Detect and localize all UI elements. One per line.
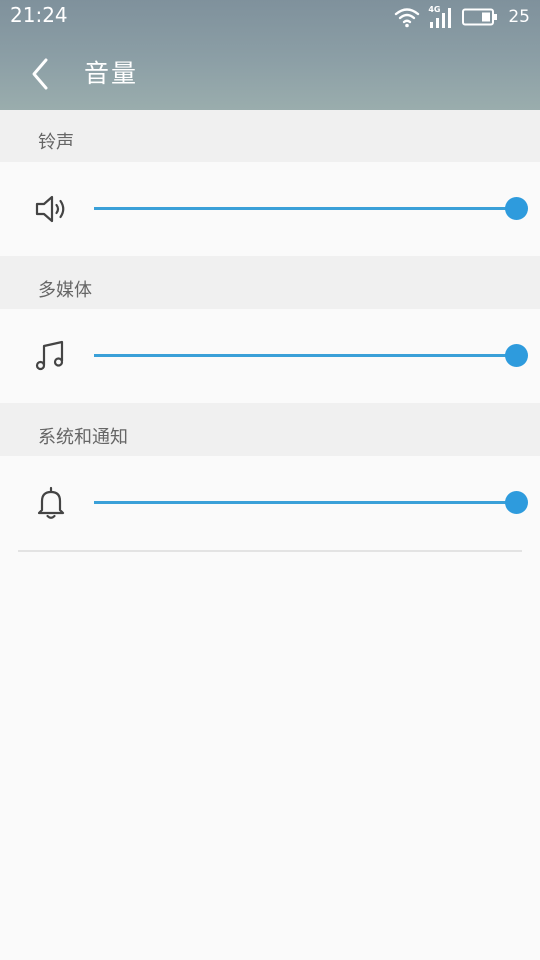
slider-fill [94,207,516,210]
back-button[interactable] [22,54,58,94]
volume-row-multimedia [0,309,540,403]
status-time: 21:24 [10,3,68,27]
section-header-ringtone: 铃声 [0,110,540,162]
chevron-left-icon [32,58,48,90]
cellular-signal-icon: 4G [428,5,454,29]
ringtone-volume-slider[interactable] [94,197,528,221]
bell-icon [37,486,65,519]
volume-row-system-notifications [0,456,540,550]
status-bar: 21:24 4G 25 [0,0,540,32]
speaker-icon [35,195,65,223]
nav-bar: 音量 [0,40,540,106]
status-icons: 4G 25 [394,4,530,30]
page-title: 音量 [84,59,139,88]
list-end-divider [18,550,522,552]
slider-fill [94,354,516,357]
section-header-system-notifications: 系统和通知 [0,403,540,456]
battery-icon [462,8,498,26]
slider-thumb[interactable] [505,344,528,367]
wifi-icon [395,8,420,28]
battery-level: 25 [508,7,530,27]
slider-thumb[interactable] [505,197,528,220]
system-notifications-volume-slider[interactable] [94,491,528,515]
slider-thumb[interactable] [505,491,528,514]
section-header-multimedia: 多媒体 [0,256,540,309]
slider-fill [94,501,516,504]
section-label: 铃声 [38,132,74,153]
music-note-icon [35,340,64,371]
multimedia-volume-slider[interactable] [94,344,528,368]
section-label: 系统和通知 [38,427,128,448]
section-label: 多媒体 [38,280,92,301]
volume-row-ringtone [0,162,540,256]
app-header: 21:24 4G 25 音量 [0,0,540,110]
